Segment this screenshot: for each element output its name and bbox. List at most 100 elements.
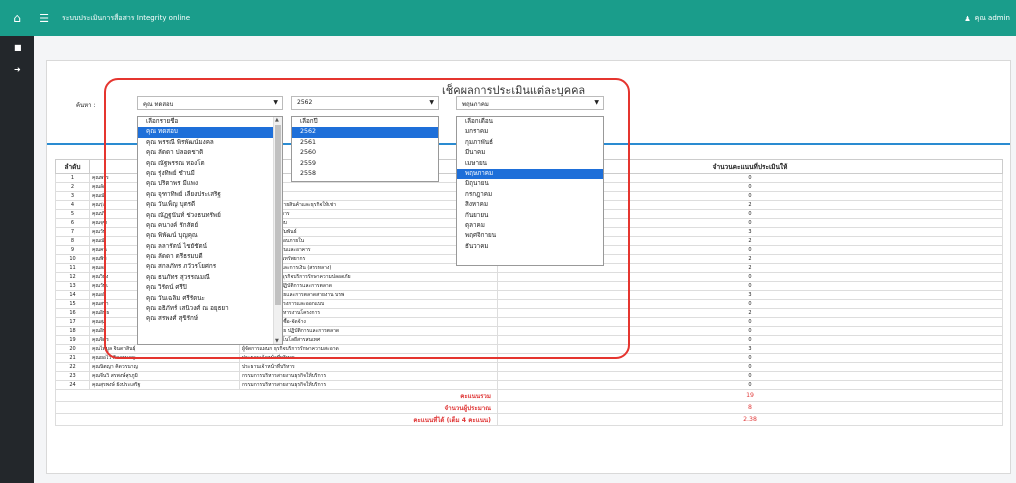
person-option[interactable]: คุณ จุฑาทิพย์ เลี่ยงประเสริฐ — [138, 190, 282, 200]
year-option[interactable]: 2561 — [292, 138, 438, 148]
table-cell-score: 0 — [497, 371, 1003, 381]
table-cell-score: 0 — [497, 335, 1003, 345]
summary-row: คะแนนที่ได้ (เต็ม 4 คะแนน) 2.38 — [55, 413, 1003, 426]
table-cell-no: 18 — [55, 326, 90, 336]
person-option[interactable]: คุณ อธิภัทร์ เสนิวงศ์ ณ อยุธยา — [138, 304, 282, 314]
person-option[interactable]: คุณ สกลภัทร ภวัวรโยศกร — [138, 262, 282, 272]
month-dropdown-list: เลือกเดือน มกราคม กุมภาพันธ์ มีนาคม เมษายน พฤ… — [456, 116, 604, 266]
person-select-value: คุณ ทดสอบ — [143, 101, 174, 108]
scroll-up-icon[interactable]: ▲ — [275, 117, 279, 123]
table-cell-score: 3 — [497, 344, 1003, 354]
person-option[interactable]: เลือกรายชื่อ — [138, 117, 282, 127]
person-option[interactable]: คุณ พรรณี พิรพัฒน์มงคล — [138, 138, 282, 148]
month-select-value: พฤษภาคม — [462, 101, 489, 108]
table-cell-no: 12 — [55, 272, 90, 282]
month-option[interactable]: ธันวาคม — [457, 242, 603, 252]
month-option[interactable]: พฤษภาคม — [457, 168, 603, 180]
month-option[interactable]: มกราคม — [457, 127, 603, 137]
table-cell-no: 6 — [55, 218, 90, 228]
table-cell-pos: กรรมการบริหารสายงานธุรกิจให้บริการ — [239, 371, 498, 381]
person-dropdown-list: เลือกรายชื่อ คุณ ทดสอบ คุณ พรรณี พิรพัฒน์ม… — [137, 116, 283, 345]
person-option[interactable]: คุณ ลลารัตน์ ไชยัชัตน์ — [138, 242, 282, 252]
table-cell-no: 24 — [55, 380, 90, 390]
table-cell-no: 14 — [55, 290, 90, 300]
summary-value: 19 — [497, 389, 1003, 402]
person-option[interactable]: คุณ ปริตาพร มีแพง — [138, 179, 282, 189]
year-option[interactable]: 2558 — [292, 169, 438, 179]
month-option[interactable]: มีนาคม — [457, 148, 603, 158]
table-cell-no: 11 — [55, 263, 90, 273]
year-option[interactable]: เลือกปี — [292, 117, 438, 127]
folder-icon[interactable]: ■ — [0, 36, 34, 58]
app-title: ระบบประเมินการสื่อสาร Integrity online — [62, 13, 191, 22]
person-option[interactable]: คุณ พิพัฒน์ บุญคุณ — [138, 231, 282, 241]
person-option[interactable]: คุณ วันเพ็ญ บุตรดี — [138, 200, 282, 210]
scrollbar[interactable]: ▲ ▼ — [273, 117, 282, 344]
month-select[interactable]: พฤษภาคม ▼ — [456, 96, 604, 110]
home-icon[interactable]: ⌂ — [0, 11, 34, 25]
person-select[interactable]: คุณ ทดสอบ ▼ — [137, 96, 283, 110]
month-option[interactable]: เลือกเดือน — [457, 117, 603, 127]
table-cell-pos: กรรมการบริหารสายงานธุรกิจให้บริการ — [239, 380, 498, 390]
person-option[interactable]: คุณ วันเฉลิม ศรีรัตนะ — [138, 294, 282, 304]
table-cell-no: 10 — [55, 254, 90, 264]
table-cell-no: 7 — [55, 227, 90, 237]
table-cell-no: 21 — [55, 353, 90, 363]
person-option[interactable]: คุณ คนางค์ รักสัตย์ — [138, 221, 282, 231]
scroll-down-icon[interactable]: ▼ — [275, 338, 279, 344]
user-menu[interactable]: ♟ คุณ admin — [964, 13, 1010, 24]
table-cell-score: 0 — [497, 299, 1003, 309]
year-option[interactable]: 2562 — [292, 127, 438, 138]
table-cell-score: 3 — [497, 290, 1003, 300]
year-option[interactable]: 2560 — [292, 148, 438, 158]
person-option[interactable]: คุณ ณัฏฐนันท์ ช่วงธนทรัพย์ — [138, 211, 282, 221]
table-cell-no: 22 — [55, 362, 90, 372]
month-option[interactable]: เมษายน — [457, 159, 603, 169]
month-option[interactable]: สิงหาคม — [457, 200, 603, 210]
table-cell-score: 0 — [497, 317, 1003, 327]
year-select[interactable]: 2562 ▼ — [291, 96, 439, 110]
table-cell-score: 2 — [497, 308, 1003, 318]
month-option[interactable]: กันยายน — [457, 211, 603, 221]
table-cell-score: 0 — [497, 281, 1003, 291]
year-option[interactable]: 2559 — [292, 159, 438, 169]
table-cell-pos: ประธานเจ้าหน้าที่บริหาร — [239, 362, 498, 372]
month-option[interactable]: กรกฎาคม — [457, 190, 603, 200]
table-cell-pos: ผู้จัดการแผนก ธุรกิจบริการรักษาความสะอาด — [239, 344, 498, 354]
person-option[interactable]: คุณ สรพงศ์ สุขิรักษ์ — [138, 314, 282, 324]
person-option[interactable]: คุณ ณัฐพรรณ ทองโต — [138, 159, 282, 169]
year-dropdown-list: เลือกปี 2562 2561 2560 2559 2558 — [291, 116, 439, 182]
table-cell-score: 0 — [497, 272, 1003, 282]
year-select-value: 2562 — [297, 99, 313, 106]
month-option[interactable]: กุมภาพันธ์ — [457, 138, 603, 148]
table-row: 24 คุณสุรพงษ์ ยังประเสริฐ กรรมการบริหารสาย… — [55, 380, 1003, 390]
table-cell-no: 2 — [55, 182, 90, 192]
summary-label: คะแนนที่ได้ (เต็ม 4 คะแนน) — [55, 413, 498, 426]
person-option[interactable]: คุณ ลัดดา ปลอดชาติ — [138, 148, 282, 158]
person-option[interactable]: คุณ ทดสอบ — [138, 127, 282, 138]
table-row: 22 คุณนิตญา คิดวรนาญ ประธานเจ้าหน้าที่บริห… — [55, 362, 1003, 372]
top-navbar: ⌂ ☰ ระบบประเมินการสื่อสาร Integrity onli… — [0, 0, 1016, 36]
summary-label: จำนวนผู้ประมาณ — [55, 401, 498, 414]
month-option[interactable]: มิถุนายน — [457, 179, 603, 189]
table-cell-score: 0 — [497, 353, 1003, 363]
person-option[interactable]: คุณ รุ่งทิพย์ ชำนมี — [138, 169, 282, 179]
scrollbar-thumb[interactable] — [275, 125, 281, 305]
person-option[interactable]: คุณ ธนภัทร สุวรรณมณี — [138, 273, 282, 283]
table-cell-no: 5 — [55, 209, 90, 219]
table-cell-score: 0 — [497, 326, 1003, 336]
table-cell-name: คุณจีนวิ สรพงษ์สุรภูมิ — [89, 371, 240, 381]
person-option[interactable]: คุณ ลัดดา ตรีธรมบดี — [138, 252, 282, 262]
sidebar: ■ ➜ — [0, 36, 34, 483]
table-cell-no: 1 — [55, 173, 90, 183]
month-option[interactable]: ตุลาคม — [457, 221, 603, 231]
month-option[interactable]: พฤศจิกายน — [457, 231, 603, 241]
person-option[interactable]: คุณ วิรัตน์ ศรีปิ — [138, 283, 282, 293]
user-icon: ♟ — [964, 14, 971, 23]
logout-icon[interactable]: ➜ — [0, 58, 34, 80]
summary-row: คะแนนรวม 19 — [55, 389, 1003, 402]
table-cell-name: คุณสุรพงษ์ ยังประเสริฐ — [89, 380, 240, 390]
table-cell-pos: ประธานเจ้าหน้าที่บริหาร — [239, 353, 498, 363]
menu-icon[interactable]: ☰ — [34, 12, 54, 25]
summary-value: 2.38 — [497, 413, 1003, 426]
